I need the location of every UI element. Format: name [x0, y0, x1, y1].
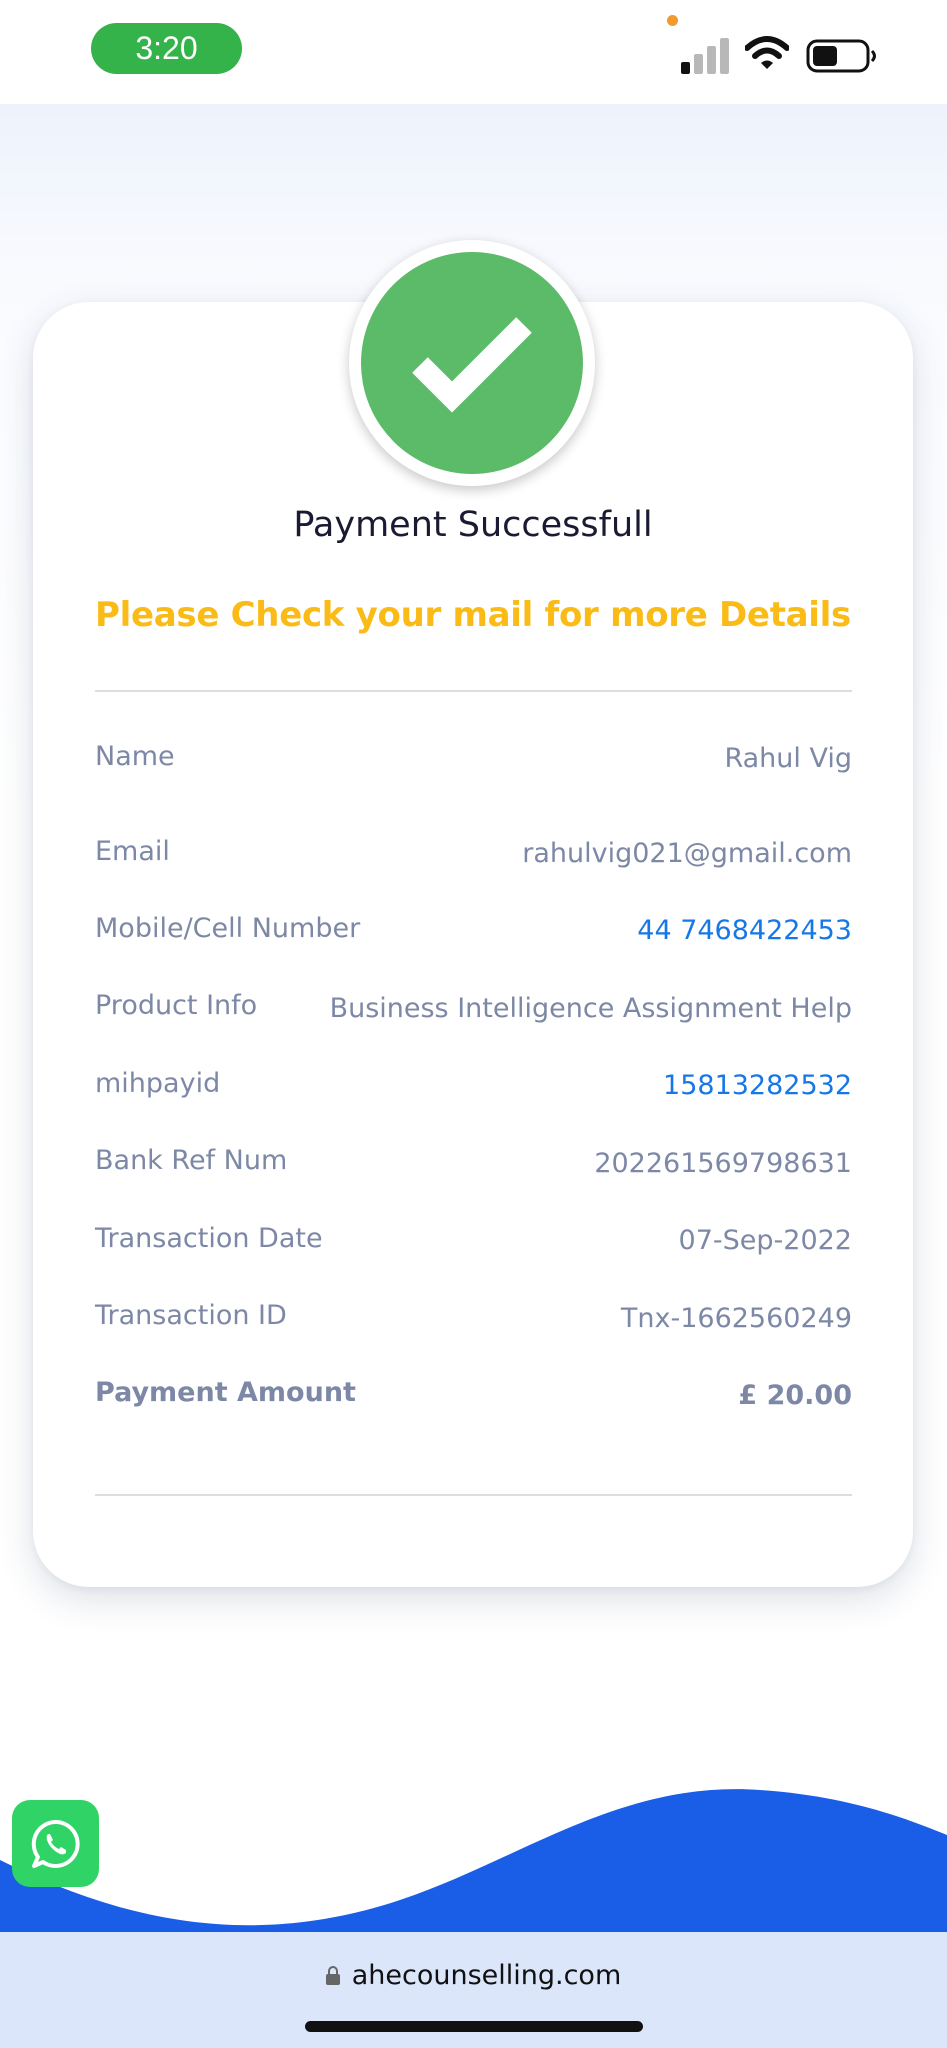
- status-bar: 3:20: [0, 0, 947, 104]
- transaction-id-label: Transaction ID: [95, 1300, 287, 1331]
- transaction-id-value: Tnx-1662560249: [620, 1303, 852, 1334]
- mobile-number-link[interactable]: 44 7468422453: [637, 915, 852, 946]
- mihpayid-label: mihpayid: [95, 1068, 221, 1099]
- url-display[interactable]: ahecounselling.com: [0, 1960, 947, 1991]
- url-text: ahecounselling.com: [351, 1960, 622, 1991]
- transaction-date-label: Transaction Date: [95, 1223, 323, 1254]
- battery-icon: [806, 39, 876, 73]
- success-badge: [349, 240, 595, 486]
- checkmark-icon: [412, 317, 532, 413]
- top-divider: [95, 690, 852, 692]
- email-value: rahulvig021@gmail.com: [522, 838, 852, 869]
- product-info-label: Product Info: [95, 990, 258, 1021]
- whatsapp-icon: [31, 1819, 80, 1868]
- email-label: Email: [95, 836, 170, 867]
- product-info-value: Business Intelligence Assignment Help: [329, 993, 852, 1024]
- mail-notice: Please Check your mail for more Details: [95, 595, 851, 635]
- mihpayid-link[interactable]: 15813282532: [663, 1070, 852, 1101]
- home-indicator[interactable]: [305, 2021, 643, 2032]
- whatsapp-button[interactable]: [12, 1800, 99, 1887]
- mobile-label: Mobile/Cell Number: [95, 913, 361, 944]
- privacy-indicator-dot: [667, 15, 678, 26]
- status-time: 3:20: [91, 23, 242, 74]
- bottom-divider: [95, 1494, 852, 1496]
- name-value: Rahul Vig: [724, 743, 852, 774]
- footer-wave: [0, 1789, 947, 1934]
- success-circle: [361, 252, 583, 474]
- bank-ref-value: 202261569798631: [594, 1148, 852, 1179]
- payment-amount-label: Payment Amount: [95, 1377, 356, 1408]
- wifi-icon: [745, 36, 789, 69]
- transaction-date-value: 07-Sep-2022: [678, 1225, 852, 1256]
- name-label: Name: [95, 741, 175, 772]
- payment-amount-value: £ 20.00: [738, 1380, 852, 1411]
- lock-icon: [325, 1966, 340, 1985]
- bank-ref-label: Bank Ref Num: [95, 1145, 288, 1176]
- payment-status-title: Payment Successfull: [293, 505, 653, 545]
- cellular-signal-icon: [681, 38, 729, 74]
